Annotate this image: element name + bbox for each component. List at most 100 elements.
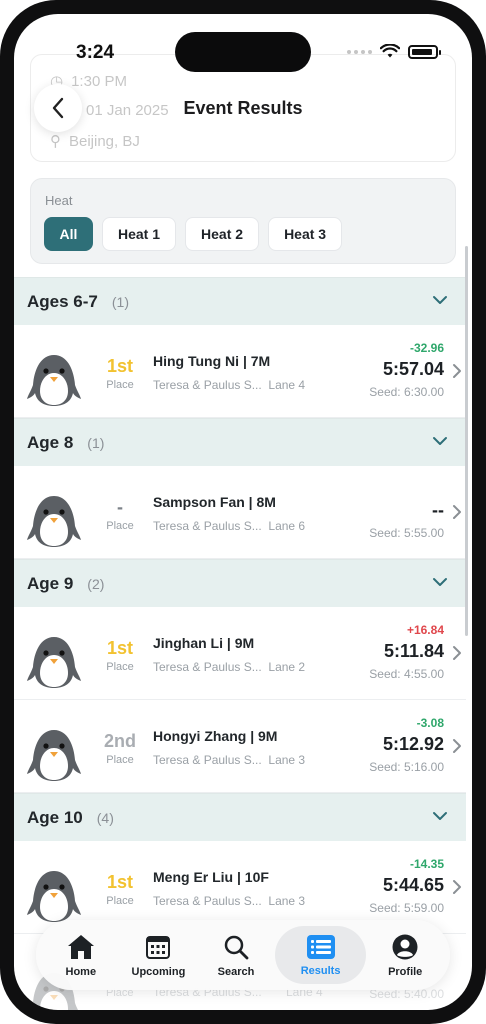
chevron-right-icon [453, 505, 461, 519]
final-time: 5:44.65 [382, 875, 444, 895]
result-row[interactable]: 1st Place Jinghan Li | 9M Teresa & Paulu… [14, 607, 466, 700]
group-header-age-10[interactable]: Age 10 (4) [14, 793, 466, 841]
seed-time: Seed: 5:16.00 [369, 760, 444, 774]
time-block: -3.08 5:12.92 Seed: 5:16.00 [369, 716, 444, 774]
tab-home[interactable]: Home [42, 926, 120, 984]
time-block: +16.84 5:11.84 Seed: 4:55.00 [369, 623, 444, 681]
page-title: Event Results [183, 98, 303, 118]
tab-label: Results [300, 964, 341, 977]
swimmer-info: Jinghan Li | 9M Teresa & Paulus S... Lan… [153, 635, 305, 674]
time-diff: -3.08 [416, 716, 444, 730]
group-title: Age 10 [27, 807, 83, 827]
penguin-avatar-icon [26, 633, 82, 689]
lane: Lane 4 [268, 378, 306, 392]
status-time: 3:24 [76, 42, 115, 63]
seed-time: Seed: 5:55.00 [369, 526, 444, 540]
lane: Lane 2 [268, 660, 306, 674]
list-icon [306, 934, 335, 959]
swimmer-info: Hongyi Zhang | 9M Teresa & Paulus S... L… [153, 728, 305, 767]
place-label: Place [106, 895, 134, 907]
search-icon [224, 935, 249, 959]
time-block: -32.96 5:57.04 Seed: 6:30.00 [369, 341, 444, 399]
heat-option-heat-3[interactable]: Heat 3 [268, 217, 343, 251]
group-header-ages-6-7[interactable]: Ages 6-7 (1) [14, 277, 466, 325]
penguin-avatar-icon [26, 351, 82, 407]
heat-option-all[interactable]: All [44, 217, 93, 251]
tab-label: Home [65, 965, 97, 978]
device-frame: 3:24 ◷ 1:30 PM 01 Jan 2025 ⚲ Beijing, BJ… [0, 0, 486, 1024]
heat-filter-options: All Heat 1 Heat 2 Heat 3 [44, 217, 343, 251]
group-count: (1) [111, 293, 129, 310]
chevron-down-icon [433, 578, 447, 586]
heat-option-heat-1[interactable]: Heat 1 [102, 217, 177, 251]
lane: Lane 3 [268, 753, 306, 767]
place-rank: 1st [106, 356, 133, 376]
team-name: Teresa & Paulus S... [153, 753, 262, 767]
heat-filter-card: Heat All Heat 1 Heat 2 Heat 3 [30, 178, 456, 264]
final-time: 5:11.84 [383, 641, 444, 661]
status-icons [347, 44, 441, 59]
swimmer-info: Meng Er Liu | 10F Teresa & Paulus S... L… [153, 869, 305, 908]
group-header-age-8[interactable]: Age 8 (1) [14, 418, 466, 466]
place-rank: 2nd [103, 731, 136, 751]
place-rank: - [117, 497, 123, 517]
place-block: - Place [96, 496, 144, 532]
tab-upcoming[interactable]: Upcoming [120, 926, 198, 984]
swimmer-team-lane: Teresa & Paulus S... Lane 2 [153, 660, 305, 674]
group-title: Age 9 [27, 573, 74, 593]
tab-results[interactable]: Results [274, 926, 367, 984]
nav-header: Event Results [14, 78, 472, 142]
team-name: Teresa & Paulus S... [153, 660, 262, 674]
final-time: 5:57.04 [382, 359, 444, 379]
tab-label: Search [217, 965, 255, 978]
final-time: 5:12.92 [382, 734, 444, 754]
lane: Lane 3 [268, 894, 306, 908]
place-rank: 1st [106, 638, 133, 658]
place-rank: 1st [106, 872, 133, 892]
group-count: (4) [96, 809, 114, 826]
swimmer-name: Meng Er Liu | 10F [153, 869, 269, 885]
place-block: 1st Place [96, 871, 144, 907]
time-diff: +16.84 [406, 623, 444, 637]
swimmer-team-lane: Teresa & Paulus S... Lane 4 [153, 378, 305, 392]
chevron-right-icon [453, 364, 461, 378]
app-screen: 3:24 ◷ 1:30 PM 01 Jan 2025 ⚲ Beijing, BJ… [14, 14, 472, 1010]
lane: Lane 6 [268, 519, 306, 533]
result-row[interactable]: - Place Sampson Fan | 8M Teresa & Paulus… [14, 466, 466, 559]
group-header-age-9[interactable]: Age 9 (2) [14, 559, 466, 607]
tab-profile[interactable]: Profile [366, 926, 444, 984]
team-name: Teresa & Paulus S... [153, 378, 262, 392]
tab-label: Profile [388, 965, 423, 978]
penguin-avatar-icon [26, 492, 82, 548]
place-label: Place [106, 379, 134, 391]
place-label: Place [106, 754, 134, 766]
calendar-icon [146, 935, 171, 959]
team-name: Teresa & Paulus S... [153, 894, 262, 908]
scrollbar[interactable] [465, 246, 468, 636]
seed-time: Seed: 5:59.00 [369, 901, 444, 915]
team-name: Teresa & Paulus S... [153, 519, 262, 533]
person-icon [392, 934, 418, 959]
group-count: (1) [87, 434, 105, 451]
dynamic-island [175, 32, 311, 72]
place-label: Place [106, 661, 134, 673]
final-time: -- [432, 500, 444, 520]
time-block: -14.35 5:44.65 Seed: 5:59.00 [369, 857, 444, 915]
chevron-right-icon [453, 646, 461, 660]
group-title: Age 8 [27, 432, 74, 452]
result-row[interactable]: 1st Place Hing Tung Ni | 7M Teresa & Pau… [14, 325, 466, 418]
results-list: Ages 6-7 (1) 1st Place Hing Tung Ni | 7M… [14, 277, 466, 934]
seed-time: Seed: 6:30.00 [369, 385, 444, 399]
chevron-right-icon [453, 880, 461, 894]
tab-search[interactable]: Search [197, 926, 275, 984]
penguin-avatar-icon [26, 867, 82, 923]
chevron-down-icon [433, 296, 447, 304]
swimmer-team-lane: Teresa & Paulus S... Lane 3 [153, 894, 305, 908]
result-row[interactable]: 2nd Place Hongyi Zhang | 9M Teresa & Pau… [14, 700, 466, 793]
swimmer-name: Jinghan Li | 9M [153, 635, 255, 651]
wifi-icon [380, 44, 400, 58]
group-count: (2) [87, 575, 105, 592]
swimmer-info: Sampson Fan | 8M Teresa & Paulus S... La… [153, 494, 305, 533]
heat-option-heat-2[interactable]: Heat 2 [185, 217, 260, 251]
seed-time: Seed: 4:55.00 [369, 667, 444, 681]
